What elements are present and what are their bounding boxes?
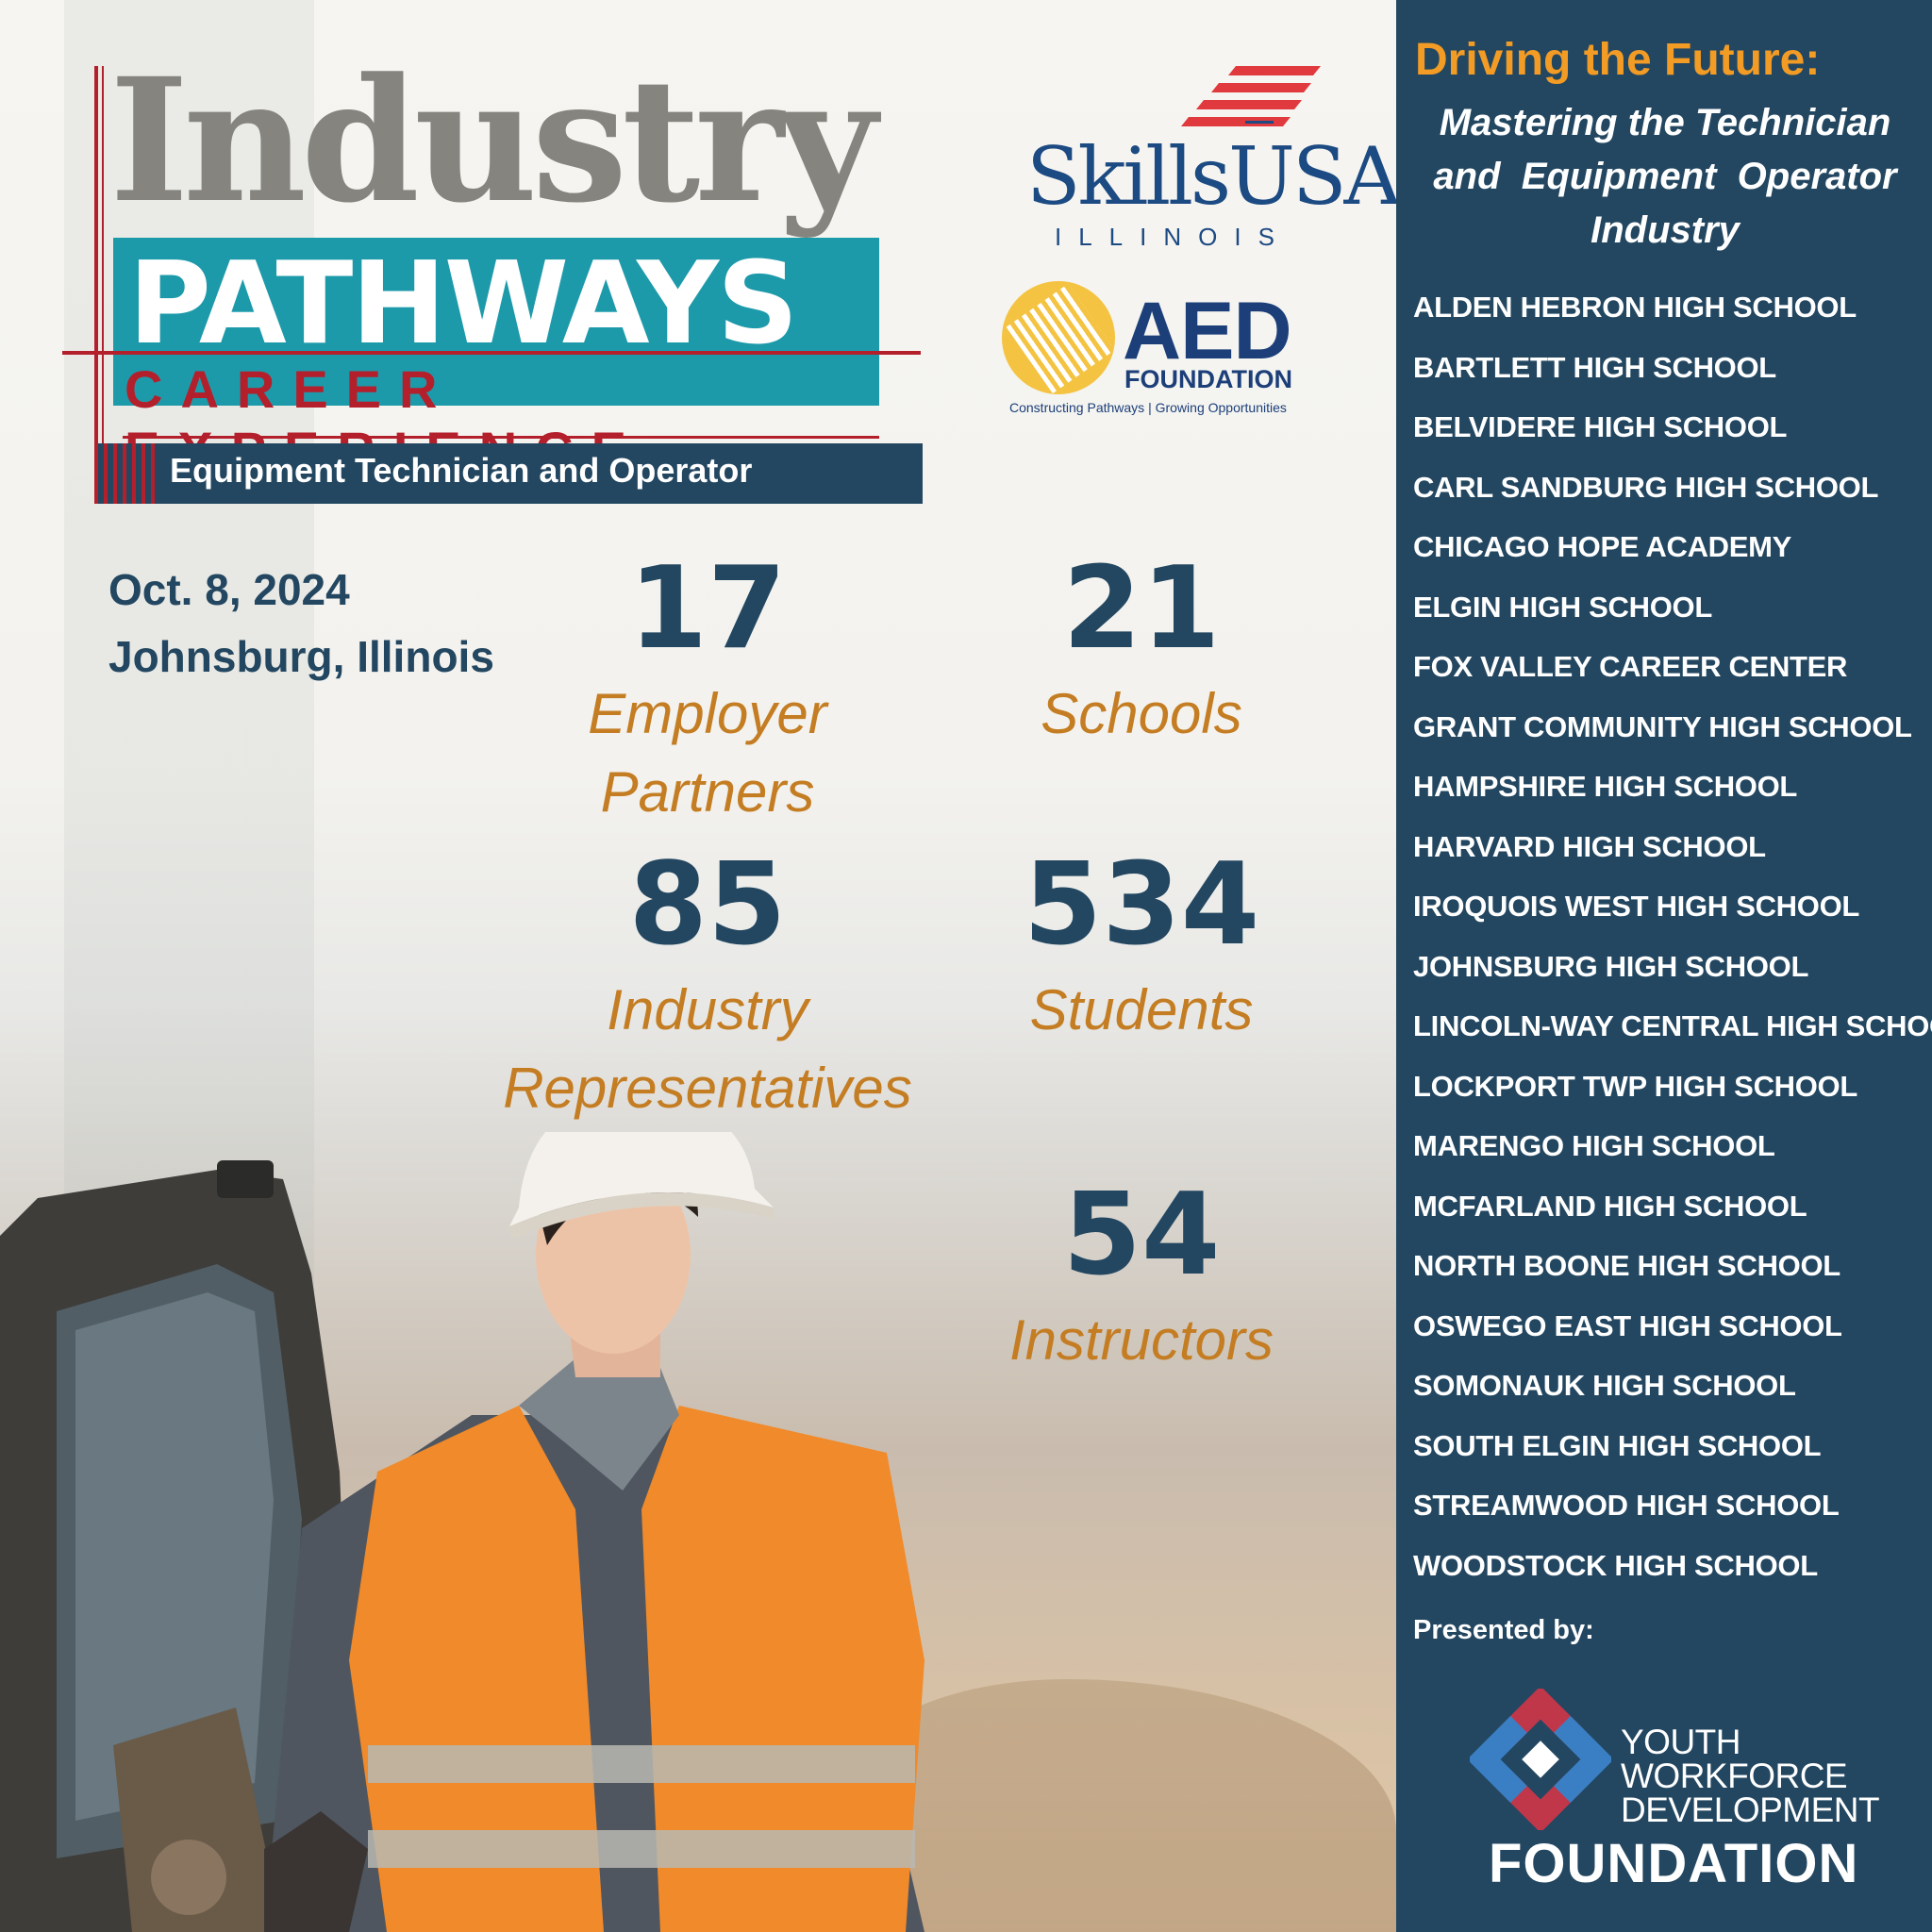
stat-value: 21 <box>1062 543 1221 675</box>
list-item: OSWEGO EAST HIGH SCHOOL <box>1413 1308 1842 1342</box>
stat-label-line1: Employer <box>588 682 827 745</box>
skillsusa-logo-text: SkillsUSA <box>1026 130 1401 223</box>
list-item: STREAMWOOD HIGH SCHOOL <box>1413 1489 1840 1522</box>
stat-label-line1: Students <box>1029 978 1254 1041</box>
list-item: CHICAGO HOPE ACADEMY <box>1413 530 1792 563</box>
logo-industry-text: Industry <box>109 42 877 241</box>
stat-instructors: 54 Instructors <box>953 1179 1330 1380</box>
logo-red-underline <box>123 436 879 439</box>
event-details: Oct. 8, 2024 Johnsburg, Illinois <box>108 557 494 691</box>
stat-label-line2: Representatives <box>503 1056 912 1120</box>
stat-label-line2: Partners <box>600 759 815 824</box>
list-item: HARVARD HIGH SCHOOL <box>1413 829 1766 863</box>
event-location: Johnsburg, Illinois <box>108 632 494 682</box>
aed-logo-icon <box>1002 281 1115 394</box>
list-item: FOX VALLEY CAREER CENTER <box>1413 650 1848 683</box>
stat-employer-partners: 17 Employer Partners <box>472 553 943 832</box>
ywd-logo-line3: DEVELOPMENT <box>1621 1790 1880 1829</box>
schools-list: ALDEN HEBRON HIGH SCHOOL BARTLETT HIGH S… <box>1413 285 1932 1603</box>
panel-subtitle: Mastering the Technician and Equipment O… <box>1415 96 1915 257</box>
presented-by-label: Presented by: <box>1413 1615 1594 1645</box>
list-item: ELGIN HIGH SCHOOL <box>1413 590 1712 624</box>
ywd-logo-line1: YOUTH <box>1621 1723 1741 1761</box>
subtitle-text: Equipment Technician and Operator <box>170 451 753 490</box>
ywd-foundation-logo-icon <box>1470 1689 1611 1830</box>
stat-industry-representatives: 85 Industry Representatives <box>453 849 962 1128</box>
list-item: LOCKPORT TWP HIGH SCHOOL <box>1413 1069 1857 1103</box>
list-item: JOHNSBURG HIGH SCHOOL <box>1413 949 1809 983</box>
worker-illustration <box>264 1132 924 1932</box>
subtitle-bar-stripes <box>94 443 160 504</box>
stat-value: 54 <box>1062 1170 1221 1301</box>
skillsusa-state-text: ILLINOIS <box>1055 223 1291 251</box>
panel-subtitle-line2: and Equipment Operator <box>1433 155 1897 197</box>
list-item: SOUTH ELGIN HIGH SCHOOL <box>1413 1428 1822 1462</box>
list-item: MCFARLAND HIGH SCHOOL <box>1413 1189 1807 1223</box>
panel-title: Driving the Future: <box>1415 35 1821 85</box>
stat-label-line1: Industry <box>607 978 808 1041</box>
logo-red-vertical-line <box>94 66 98 500</box>
stat-value: 17 <box>628 543 787 675</box>
stat-value: 85 <box>628 840 787 971</box>
list-item: SOMONAUK HIGH SCHOOL <box>1413 1369 1796 1402</box>
stat-value: 534 <box>1023 840 1260 971</box>
list-item: BARTLETT HIGH SCHOOL <box>1413 350 1776 384</box>
aed-logo-stripes <box>1006 283 1115 394</box>
list-item: NORTH BOONE HIGH SCHOOL <box>1413 1249 1840 1282</box>
list-item: IROQUOIS WEST HIGH SCHOOL <box>1413 890 1860 923</box>
list-item: LINCOLN-WAY CENTRAL HIGH SCHOOL <box>1413 1009 1932 1042</box>
aed-foundation-text: FOUNDATION <box>1124 365 1292 393</box>
list-item: GRANT COMMUNITY HIGH SCHOOL <box>1413 709 1912 743</box>
stat-students: 534 Students <box>953 849 1330 1050</box>
list-item: CARL SANDBURG HIGH SCHOOL <box>1413 470 1879 504</box>
aed-tagline: Constructing Pathways | Growing Opportun… <box>1009 400 1287 415</box>
panel-subtitle-line1: Mastering the Technician <box>1439 102 1891 143</box>
list-item: BELVIDERE HIGH SCHOOL <box>1413 410 1788 443</box>
list-item: ALDEN HEBRON HIGH SCHOOL <box>1413 291 1857 324</box>
stat-schools: 21 Schools <box>953 553 1330 754</box>
industry-pathways-logo: Industry PATHWAYS CAREER EXPERIENCE Equi… <box>57 57 924 509</box>
list-item: MARENGO HIGH SCHOOL <box>1413 1129 1775 1162</box>
list-item: WOODSTOCK HIGH SCHOOL <box>1413 1548 1818 1582</box>
stat-label-line1: Instructors <box>1008 1308 1274 1372</box>
logo-red-horizontal-line <box>62 351 921 355</box>
panel-subtitle-line3: Industry <box>1591 208 1740 251</box>
ywd-logo-line2: WORKFORCE <box>1621 1757 1848 1795</box>
logo-red-vertical-line-thin <box>102 66 104 500</box>
event-date: Oct. 8, 2024 <box>108 565 350 614</box>
list-item: HAMPSHIRE HIGH SCHOOL <box>1413 770 1798 803</box>
schools-panel: Driving the Future: Mastering the Techni… <box>1396 0 1932 1932</box>
stat-label-line1: Schools <box>1041 682 1242 745</box>
skillsusa-flag-icon <box>1181 66 1321 126</box>
ywd-logo-foundation: FOUNDATION <box>1489 1833 1859 1894</box>
